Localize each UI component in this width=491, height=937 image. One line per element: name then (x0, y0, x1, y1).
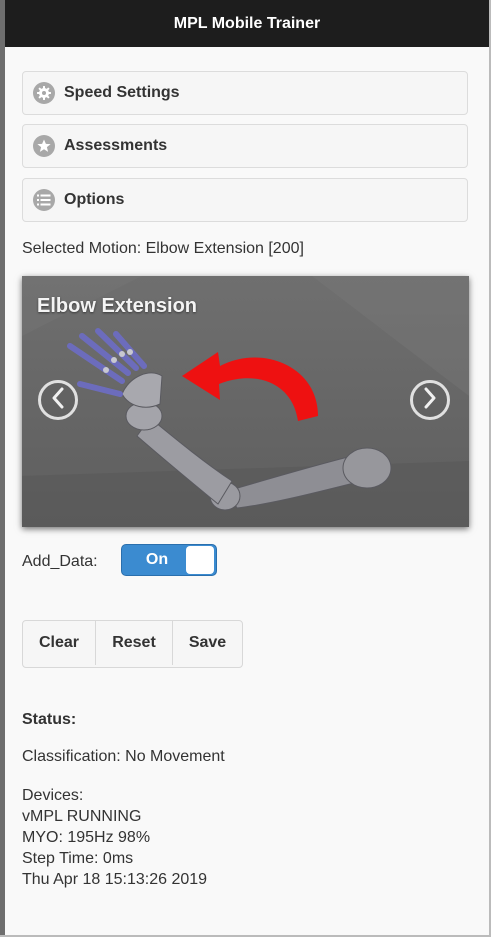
devices-block: Devices: vMPL RUNNING MYO: 195Hz 98% Ste… (22, 785, 207, 890)
assessments-label: Assessments (64, 137, 168, 154)
status-heading: Status: (22, 711, 77, 728)
selected-motion-text: Selected Motion: Elbow Extension [200] (22, 240, 304, 257)
devices-label: Devices: (22, 787, 84, 804)
gear-icon (33, 82, 55, 104)
add-data-toggle[interactable]: On (121, 544, 217, 576)
options-label: Options (64, 191, 125, 208)
save-button[interactable]: Save (173, 621, 242, 665)
action-button-group: Clear Reset Save (22, 620, 243, 668)
star-icon (33, 135, 55, 157)
carousel-prev-button[interactable] (38, 380, 78, 420)
app-title: MPL Mobile Trainer (173, 14, 321, 32)
reset-button[interactable]: Reset (96, 621, 173, 665)
carousel-next-button[interactable] (410, 380, 450, 420)
options-panel[interactable]: Options (22, 178, 468, 222)
clear-button[interactable]: Clear (23, 621, 96, 665)
list-icon (33, 189, 55, 211)
chevron-left-icon (50, 387, 66, 414)
app-header: MPL Mobile Trainer (5, 0, 489, 47)
toggle-on-label: On (145, 551, 169, 568)
speed-settings-label: Speed Settings (64, 84, 180, 101)
carousel-title: Elbow Extension (37, 295, 198, 317)
classification-text: Classification: No Movement (22, 748, 225, 765)
speed-settings-panel[interactable]: Speed Settings (22, 71, 468, 115)
motion-carousel[interactable]: Elbow Extension (22, 276, 469, 527)
chevron-right-icon (422, 387, 438, 414)
device-status-line: vMPL RUNNING (22, 808, 142, 825)
assessments-panel[interactable]: Assessments (22, 124, 468, 168)
myo-status-line: MYO: 195Hz 98% (22, 829, 151, 846)
step-time-line: Step Time: 0ms (22, 850, 134, 867)
window-border-left (0, 0, 5, 937)
timestamp-line: Thu Apr 18 15:13:26 2019 (22, 871, 208, 888)
add-data-label: Add_Data: (22, 553, 98, 570)
toggle-knob[interactable] (186, 546, 214, 574)
